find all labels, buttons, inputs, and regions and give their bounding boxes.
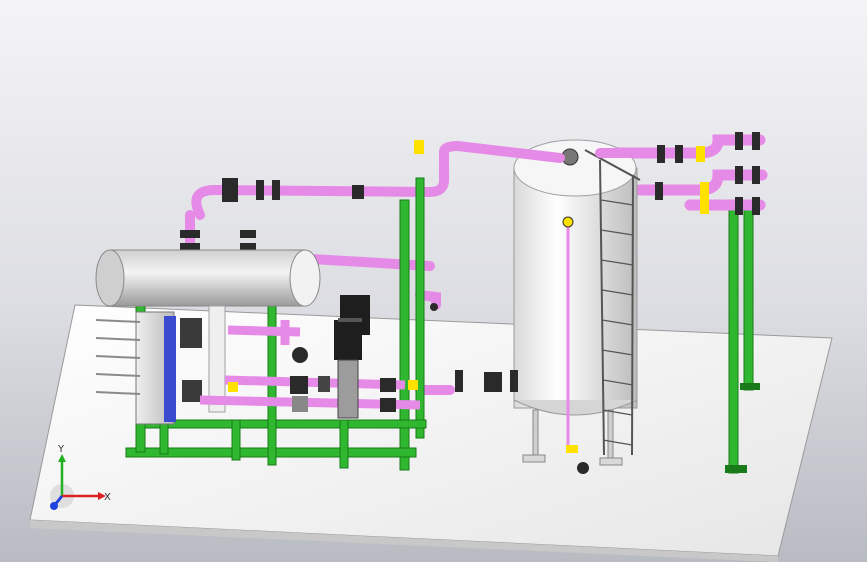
triad-x-label: X — [104, 492, 111, 503]
triad-y-label: Y — [57, 444, 65, 455]
cad-model-scene[interactable] — [0, 0, 867, 562]
3d-viewport[interactable]: Y X — [0, 0, 867, 562]
coordinate-triad: Y X — [50, 444, 111, 510]
